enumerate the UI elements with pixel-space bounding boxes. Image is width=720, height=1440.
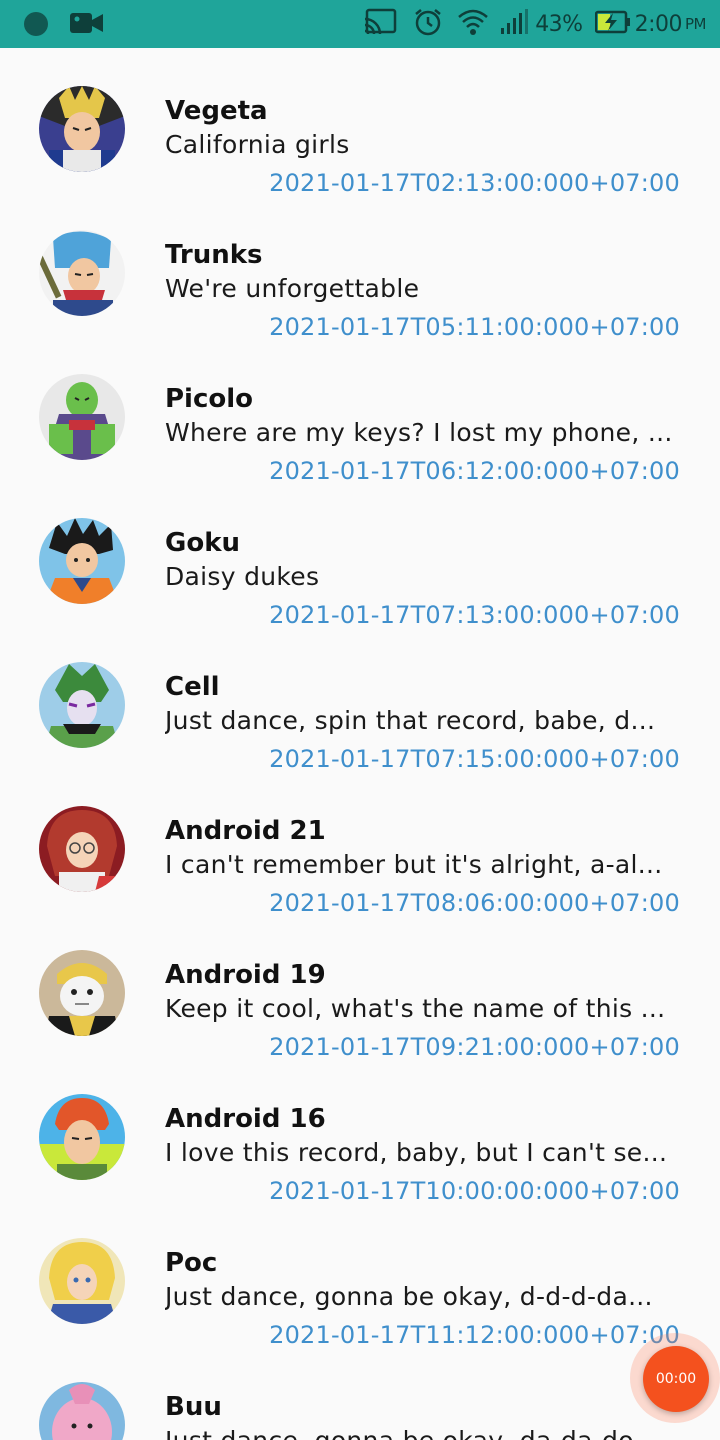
android-16-avatar[interactable] bbox=[39, 1094, 125, 1180]
chat-name: Cell bbox=[165, 672, 220, 702]
chat-message: Just dance, gonna be okay, d-d-d-da... bbox=[165, 1282, 653, 1311]
chat-item-buu[interactable]: Buu Just dance, gonna be okay, da-da-do.… bbox=[0, 1344, 720, 1440]
chat-name: Buu bbox=[165, 1392, 222, 1422]
clock-time: 2:00 bbox=[634, 11, 683, 37]
video-camera-icon bbox=[69, 9, 105, 41]
status-bar: 43% 2:00 PM bbox=[0, 0, 720, 48]
chat-item-goku[interactable]: Goku Daisy dukes 2021-01-17T07:13:00:000… bbox=[0, 480, 720, 629]
status-right-icons: 43% 2:00 PM bbox=[363, 6, 707, 42]
chat-list: Vegeta California girls 2021-01-17T02:13… bbox=[0, 48, 720, 1440]
chat-item-picolo[interactable]: Picolo Where are my keys? I lost my phon… bbox=[0, 336, 720, 485]
chat-item-poc[interactable]: Poc Just dance, gonna be okay, d-d-d-da.… bbox=[0, 1200, 720, 1349]
chat-name: Trunks bbox=[165, 240, 263, 270]
cast-icon bbox=[363, 7, 399, 41]
chat-message: I love this record, baby, but I can't se… bbox=[165, 1138, 668, 1167]
battery-charging-icon bbox=[594, 9, 631, 39]
battery-percent: 43% bbox=[535, 11, 583, 37]
chat-name: Picolo bbox=[165, 384, 254, 414]
chat-message: Where are my keys? I lost my phone, ... bbox=[165, 418, 673, 447]
timer-button[interactable]: 00:00 bbox=[643, 1346, 709, 1412]
chat-item-trunks[interactable]: Trunks We're unforgettable 2021-01-17T05… bbox=[0, 192, 720, 341]
chat-name: Poc bbox=[165, 1248, 218, 1278]
poc-avatar[interactable] bbox=[39, 1238, 125, 1324]
buu-avatar[interactable] bbox=[39, 1382, 125, 1440]
chat-message: Daisy dukes bbox=[165, 562, 320, 591]
chat-message: I can't remember but it's alright, a-al.… bbox=[165, 850, 663, 879]
chat-name: Goku bbox=[165, 528, 241, 558]
chat-message: California girls bbox=[165, 130, 350, 159]
alarm-icon bbox=[413, 7, 443, 41]
chat-name: Android 19 bbox=[165, 960, 326, 990]
wifi-icon bbox=[457, 8, 489, 40]
cell-avatar[interactable] bbox=[39, 662, 125, 748]
chat-message: Keep it cool, what's the name of this ..… bbox=[165, 994, 666, 1023]
android-21-avatar[interactable] bbox=[39, 806, 125, 892]
clock-ampm: PM bbox=[685, 15, 707, 33]
chat-message: Just dance, gonna be okay, da-da-do... bbox=[165, 1426, 718, 1440]
signal-icon bbox=[499, 8, 529, 40]
trunks-avatar[interactable] bbox=[39, 230, 125, 316]
chat-name: Android 16 bbox=[165, 1104, 326, 1134]
chat-item-android-16[interactable]: Android 16 I love this record, baby, but… bbox=[0, 1056, 720, 1205]
chat-message: We're unforgettable bbox=[165, 274, 420, 303]
goku-avatar[interactable] bbox=[39, 518, 125, 604]
chat-item-vegeta[interactable]: Vegeta California girls 2021-01-17T02:13… bbox=[0, 48, 720, 197]
android-19-avatar[interactable] bbox=[39, 950, 125, 1036]
chat-item-android-19[interactable]: Android 19 Keep it cool, what's the name… bbox=[0, 912, 720, 1061]
chat-item-cell[interactable]: Cell Just dance, spin that record, babe,… bbox=[0, 624, 720, 773]
status-left-icons bbox=[22, 9, 105, 39]
chat-screen: 43% 2:00 PM Vegeta California girls 2021… bbox=[0, 0, 720, 1440]
chat-name: Android 21 bbox=[165, 816, 326, 846]
chat-item-android-21[interactable]: Android 21 I can't remember but it's alr… bbox=[0, 768, 720, 917]
circle-indicator-icon bbox=[22, 9, 50, 41]
chat-message: Just dance, spin that record, babe, d... bbox=[165, 706, 656, 735]
vegeta-avatar[interactable] bbox=[39, 86, 125, 172]
chat-name: Vegeta bbox=[165, 96, 268, 126]
picolo-avatar[interactable] bbox=[39, 374, 125, 460]
